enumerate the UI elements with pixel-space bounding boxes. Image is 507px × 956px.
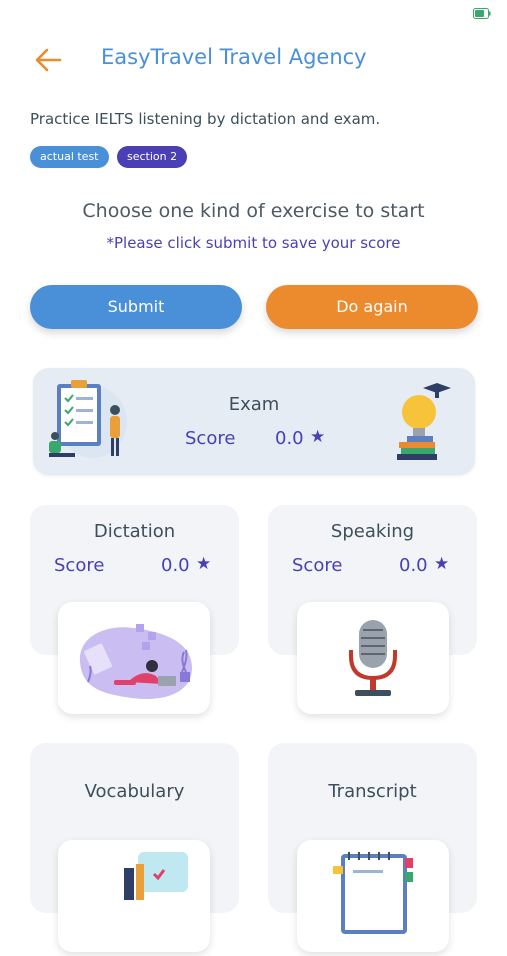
description: Practice IELTS listening by dictation an…	[30, 110, 381, 128]
save-note: *Please click submit to save your score	[106, 234, 401, 252]
star-icon: ★	[310, 427, 326, 447]
dictation-image	[58, 602, 210, 714]
star-icon: ★	[196, 554, 212, 574]
speaking-image	[297, 602, 449, 714]
page-title: EasyTravel Travel Agency	[101, 45, 367, 69]
dictation-title: Dictation	[93, 521, 176, 542]
microphone-illustration	[349, 620, 397, 696]
battery-icon	[473, 8, 491, 19]
tag-actual-test: actual test	[30, 146, 109, 168]
tag-section: section 2	[117, 146, 188, 168]
submit-button[interactable]: Submit	[30, 285, 242, 329]
dictation-score-label: Score	[54, 555, 105, 576]
transcript-title: Transcript	[328, 781, 417, 802]
vocabulary-title: Vocabulary	[84, 781, 185, 802]
exam-score-label: Score	[185, 428, 236, 449]
notebook-illustration	[333, 852, 413, 934]
vocabulary-illustration	[124, 852, 188, 900]
speaking-score-label: Score	[292, 555, 343, 576]
arrow-left-icon	[35, 48, 62, 72]
exam-checklist-illustration	[49, 380, 127, 458]
lightbulb-graduation-illustration	[397, 383, 451, 460]
star-icon: ★	[434, 554, 450, 574]
vocabulary-image	[58, 840, 210, 952]
transcript-image	[297, 840, 449, 952]
exam-score-value: 0.0	[275, 428, 304, 449]
speaking-score-value: 0.0	[399, 555, 428, 576]
exam-card[interactable]: Exam Score 0.0 ★	[33, 368, 475, 475]
section-heading: Choose one kind of exercise to start	[82, 200, 425, 222]
dictation-score-value: 0.0	[161, 555, 190, 576]
speaking-title: Speaking	[330, 521, 415, 542]
do-again-button[interactable]: Do again	[266, 285, 478, 329]
back-button[interactable]	[30, 42, 66, 78]
dictation-illustration	[79, 624, 192, 699]
